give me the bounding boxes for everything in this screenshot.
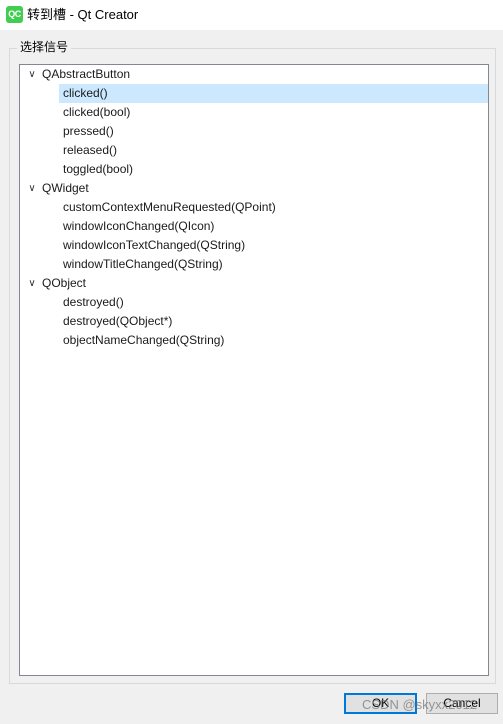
tree-item-qabstractbutton[interactable]: ∨ QAbstractButton <box>20 65 488 84</box>
tree-item-label: QWidget <box>42 181 89 195</box>
signal-label: objectNameChanged(QString) <box>63 333 225 347</box>
window-title: 转到槽 - Qt Creator <box>27 7 139 22</box>
signal-tree[interactable]: ∨ QAbstractButton clicked() clicked(bool) pr… <box>19 64 489 676</box>
signal-item[interactable]: windowIconTextChanged(QString) <box>20 236 488 255</box>
signal-item[interactable]: windowIconChanged(QIcon) <box>20 217 488 236</box>
signal-item[interactable]: clicked() <box>20 84 488 103</box>
signal-item[interactable]: windowTitleChanged(QString) <box>20 255 488 274</box>
signal-label: clicked() <box>63 86 108 100</box>
go-to-slot-dialog: QC 转到槽 - Qt Creator 选择信号 ∨ QAbstractButto… <box>0 0 503 724</box>
signal-label: customContextMenuRequested(QPoint) <box>63 200 276 214</box>
signal-label: toggled(bool) <box>63 162 134 176</box>
tree-item-label: QAbstractButton <box>42 67 131 81</box>
signal-item[interactable]: pressed() <box>20 122 488 141</box>
tree-item-qobject[interactable]: ∨ QObject <box>20 274 488 293</box>
signal-label: destroyed(QObject*) <box>63 314 173 328</box>
signal-label: pressed() <box>63 124 114 138</box>
signal-label: windowIconChanged(QIcon) <box>63 219 215 233</box>
signal-item[interactable]: destroyed(QObject*) <box>20 312 488 331</box>
qt-creator-icon: QC <box>6 6 23 23</box>
signal-label: windowIconTextChanged(QString) <box>63 238 246 252</box>
chevron-down-icon[interactable]: ∨ <box>26 274 38 293</box>
signal-item[interactable]: destroyed() <box>20 293 488 312</box>
chevron-down-icon[interactable]: ∨ <box>26 65 38 84</box>
signal-label: clicked(bool) <box>63 105 131 119</box>
ok-button[interactable]: OK <box>344 693 417 714</box>
groupbox-title: 选择信号 <box>17 39 72 55</box>
tree-item-qwidget[interactable]: ∨ QWidget <box>20 179 488 198</box>
signal-item[interactable]: toggled(bool) <box>20 160 488 179</box>
signal-label: destroyed() <box>63 295 124 309</box>
tree-item-label: QObject <box>42 276 87 290</box>
cancel-button[interactable]: Cancel <box>426 693 498 714</box>
signal-item[interactable]: clicked(bool) <box>20 103 488 122</box>
signal-item[interactable]: customContextMenuRequested(QPoint) <box>20 198 488 217</box>
title-bar: QC 转到槽 - Qt Creator <box>0 0 503 30</box>
signal-item[interactable]: released() <box>20 141 488 160</box>
chevron-down-icon[interactable]: ∨ <box>26 179 38 198</box>
signal-label: released() <box>63 143 118 157</box>
signal-label: windowTitleChanged(QString) <box>63 257 223 271</box>
signal-item[interactable]: objectNameChanged(QString) <box>20 331 488 350</box>
